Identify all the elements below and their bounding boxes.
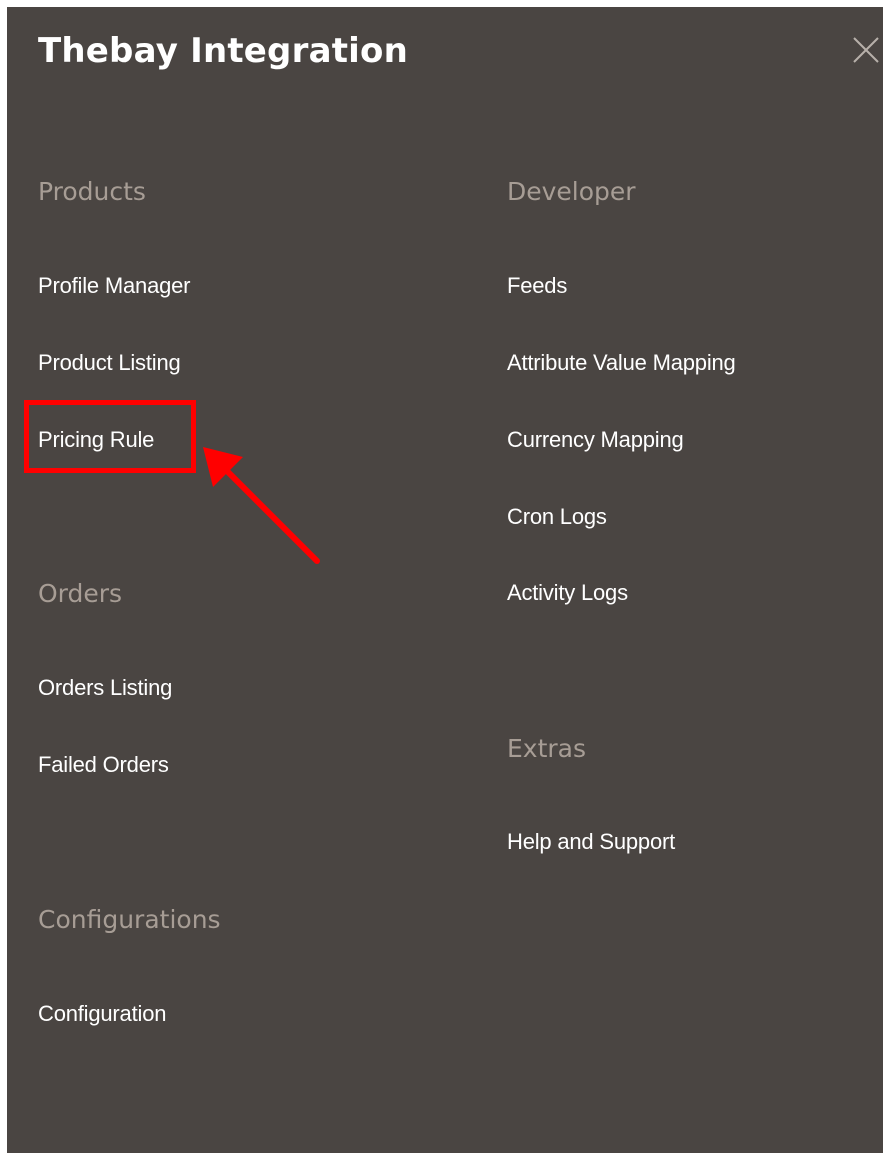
menu-item-failed-orders[interactable]: Failed Orders (38, 752, 169, 778)
panel-title: Thebay Integration (38, 31, 408, 71)
menu-item-attribute-value-mapping[interactable]: Attribute Value Mapping (507, 350, 736, 376)
menu-item-profile-manager[interactable]: Profile Manager (38, 273, 191, 299)
menu-item-orders-listing[interactable]: Orders Listing (38, 675, 172, 701)
menu-item-help-and-support[interactable]: Help and Support (507, 829, 675, 855)
section-heading-orders: Orders (38, 579, 123, 608)
menu-item-pricing-rule[interactable]: Pricing Rule (38, 427, 154, 453)
menu-item-activity-logs[interactable]: Activity Logs (507, 580, 628, 606)
menu-item-currency-mapping[interactable]: Currency Mapping (507, 427, 684, 453)
menu-item-cron-logs[interactable]: Cron Logs (507, 504, 607, 530)
section-heading-developer: Developer (507, 177, 636, 206)
annotation-arrow-icon (203, 447, 320, 564)
menu-item-product-listing[interactable]: Product Listing (38, 350, 181, 376)
section-heading-products: Products (38, 177, 146, 206)
menu-panel: Thebay Integration Products Profile Mana… (7, 7, 883, 1153)
close-icon[interactable] (849, 33, 883, 67)
section-heading-configurations: Configurations (38, 905, 221, 934)
menu-item-feeds[interactable]: Feeds (507, 273, 567, 299)
menu-item-configuration[interactable]: Configuration (38, 1001, 166, 1027)
section-heading-extras: Extras (507, 734, 587, 763)
